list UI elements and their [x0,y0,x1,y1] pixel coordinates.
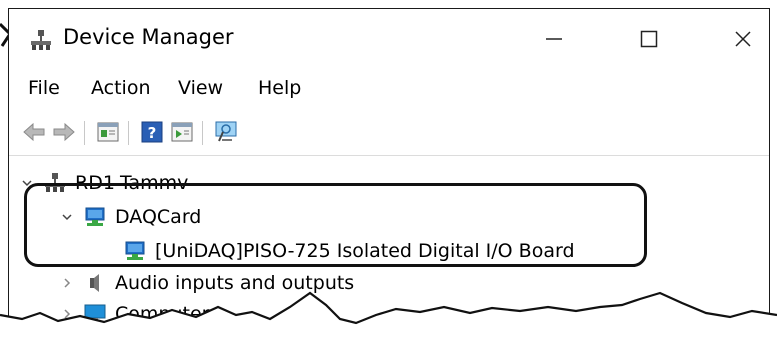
minimize-icon [546,38,562,40]
menu-file[interactable]: File [28,77,60,99]
update-driver-icon[interactable] [169,119,195,145]
menu-bar: File Action View Help [9,71,769,107]
toolbar-separator [84,121,85,145]
toolbar-separator [128,121,129,145]
maximize-icon [640,30,658,48]
scan-hardware-icon[interactable] [213,119,239,145]
minimize-button[interactable] [534,19,574,59]
device-manager-icon [31,30,51,50]
highlight-annotation [24,183,647,267]
menu-action[interactable]: Action [91,77,151,99]
title-bar: Device Manager [9,9,769,69]
maximize-button[interactable] [629,19,669,59]
back-arrow-icon[interactable] [21,119,47,145]
help-icon[interactable]: ? [139,119,165,145]
window-title: Device Manager [63,25,234,49]
toolbar-separator [202,121,203,145]
menu-view[interactable]: View [178,77,223,99]
svg-text:?: ? [148,124,157,142]
menu-help[interactable]: Help [258,77,301,99]
forward-arrow-icon[interactable] [51,119,77,145]
properties-icon[interactable] [95,119,121,145]
toolbar: ? [9,111,769,156]
close-button[interactable] [723,19,763,59]
close-icon [735,31,751,47]
torn-edge [0,291,777,347]
